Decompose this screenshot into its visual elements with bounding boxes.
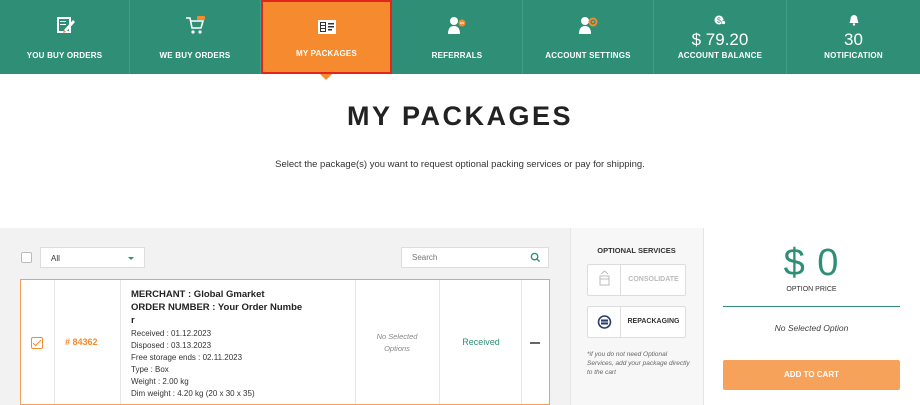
option-price-label: OPTION PRICE — [786, 286, 837, 293]
nav-label: NOTIFICATION — [824, 51, 883, 60]
nav-referrals[interactable]: REFERRALS — [392, 0, 523, 74]
selected-options: No Selected Options — [357, 331, 437, 355]
pencil-doc-icon — [56, 17, 75, 33]
package-type: Type : Box — [131, 365, 169, 374]
nav-we-buy-orders[interactable]: WE BUY ORDERS — [130, 0, 261, 74]
consolidate-label: CONSOLIDATE — [628, 276, 679, 283]
column-divider — [54, 280, 55, 404]
package-id[interactable]: # 84362 — [65, 337, 98, 347]
nav-account-settings[interactable]: ACCOUNT SETTINGS — [523, 0, 654, 74]
nav-account-balance[interactable]: $ $ 79.20 ACCOUNT BALANCE — [654, 0, 787, 74]
nav-you-buy-orders[interactable]: YOU BUY ORDERS — [0, 0, 130, 74]
status-badge: Received — [462, 337, 500, 347]
consolidate-button[interactable]: CONSOLIDATE — [587, 264, 686, 296]
balance-value: $ 79.20 — [691, 30, 749, 49]
people-gear-icon — [579, 17, 598, 34]
optional-services-note: *if you do not need Optional Services, a… — [587, 351, 690, 376]
option-price-value: $ 0 — [783, 242, 840, 284]
notification-count: 30 — [844, 30, 863, 49]
people-icon — [448, 17, 466, 34]
search-input[interactable] — [401, 247, 549, 268]
nav-my-packages[interactable]: MY PACKAGES — [261, 0, 392, 74]
nav-label: ACCOUNT BALANCE — [677, 51, 763, 60]
bell-icon — [849, 15, 858, 26]
top-nav: YOU BUY ORDERS WE BUY ORDERS MY PACKAGES… — [0, 0, 920, 74]
repackaging-icon-wrap — [588, 307, 621, 337]
page-subtitle: Select the package(s) you want to reques… — [275, 159, 645, 170]
nav-label: ACCOUNT SETTINGS — [545, 51, 631, 60]
column-divider — [521, 280, 522, 404]
column-divider — [355, 280, 356, 404]
order-number-line: ORDER NUMBER : Your Order Numbe — [131, 302, 303, 313]
disposed-date: Disposed : 03.13.2023 — [131, 341, 212, 350]
filter-select-value: All — [51, 254, 60, 263]
table-row[interactable]: # 84362 MERCHANT : Global Gmarket ORDER … — [20, 279, 550, 405]
select-all-checkbox[interactable] — [21, 252, 32, 263]
package-dim-weight: Dim weight : 4.20 kg (20 x 30 x 35) — [131, 389, 255, 398]
chevron-down-icon — [128, 257, 134, 260]
merchant-line: MERCHANT : Global Gmarket — [131, 289, 265, 300]
add-to-cart-button[interactable]: ADD TO CART — [723, 360, 900, 390]
nav-notification[interactable]: 30 NOTIFICATION — [787, 0, 920, 74]
svg-text:$: $ — [717, 18, 721, 25]
order-number-wrap: r — [131, 315, 135, 326]
filter-select[interactable]: All — [40, 247, 145, 268]
collapse-icon[interactable] — [530, 342, 540, 344]
nav-label: REFERRALS — [431, 51, 483, 60]
active-tab-caret — [320, 74, 332, 80]
package-weight: Weight : 2.00 kg — [131, 377, 189, 386]
repackaging-button[interactable]: REPACKAGING — [587, 306, 686, 338]
selected-option-text: No Selected Option — [774, 323, 849, 333]
coin-icon: $ — [714, 15, 726, 25]
received-date: Received : 01.12.2023 — [131, 329, 212, 338]
optional-services-title: OPTIONAL SERVICES — [597, 246, 676, 255]
options-text: Options — [384, 344, 410, 353]
nav-label: WE BUY ORDERS — [159, 51, 231, 60]
price-divider — [723, 306, 900, 307]
column-divider — [120, 280, 121, 404]
free-storage-date: Free storage ends : 02.11.2023 — [131, 353, 243, 362]
repackaging-label: REPACKAGING — [627, 318, 680, 325]
row-checkbox[interactable] — [31, 337, 43, 349]
package-merchant: MERCHANT : Global Gmarket ORDER NUMBER :… — [131, 288, 346, 327]
consolidate-icon — [599, 270, 610, 286]
package-list-icon — [317, 20, 336, 34]
options-text: No Selected — [376, 332, 418, 341]
column-divider — [439, 280, 440, 404]
page-title: MY PACKAGES — [346, 101, 574, 131]
nav-label: MY PACKAGES — [295, 49, 358, 58]
package-details: Received : 01.12.2023 Disposed : 03.13.2… — [131, 328, 255, 400]
consolidate-icon-wrap — [588, 265, 621, 295]
repackaging-icon — [597, 315, 612, 329]
cart-hand-icon — [186, 16, 205, 34]
search-icon[interactable] — [530, 252, 541, 263]
nav-label: YOU BUY ORDERS — [26, 51, 103, 60]
